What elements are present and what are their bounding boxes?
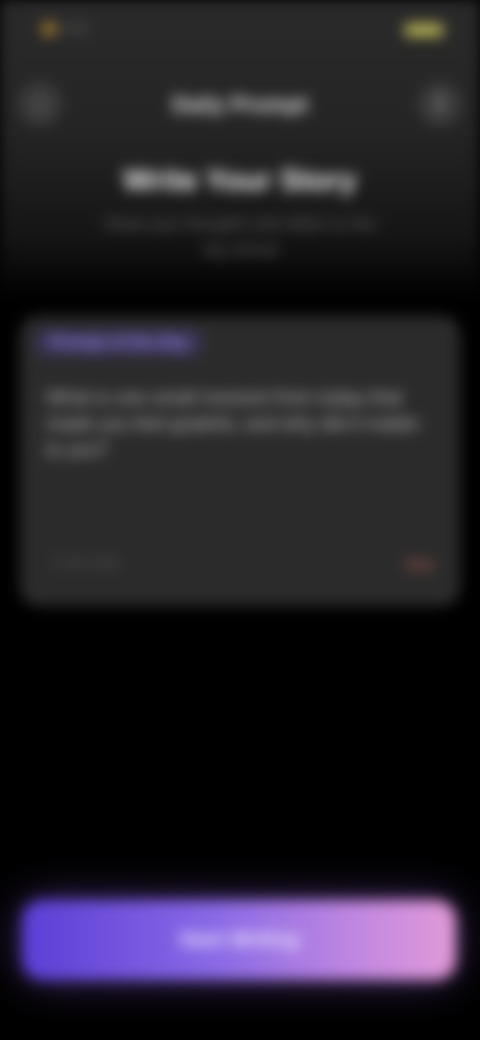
prompt-card[interactable]: Prompt of the Day What is one small mome… [20,316,460,606]
share-button[interactable]: ⇪ [418,82,462,126]
chevron-left-icon: ‹ [36,92,44,115]
start-writing-button[interactable]: Start Writing [22,900,456,980]
skip-link[interactable]: Skip [404,556,434,572]
start-writing-label: Start Writing [179,928,299,951]
app-screen: 9:41 ‹ Daily Prompt ⇪ Write Your Story S… [0,0,480,1040]
status-time: 9:41 [62,20,90,36]
page-heading: Write Your Story [123,164,357,197]
page-subtitle: Share your thoughts and reflect on the d… [103,216,377,259]
status-bar: 9:41 [0,0,480,56]
share-icon: ⇪ [431,93,449,116]
prompt-tag: Prompt of the Day [36,330,202,356]
recording-indicator-icon [42,22,56,36]
back-button[interactable]: ‹ [18,82,62,126]
prompt-text: What is one small moment from today that… [46,388,420,461]
battery-icon [404,24,444,36]
read-time: 2 min read [52,554,119,570]
nav-title: Daily Prompt [172,92,308,117]
